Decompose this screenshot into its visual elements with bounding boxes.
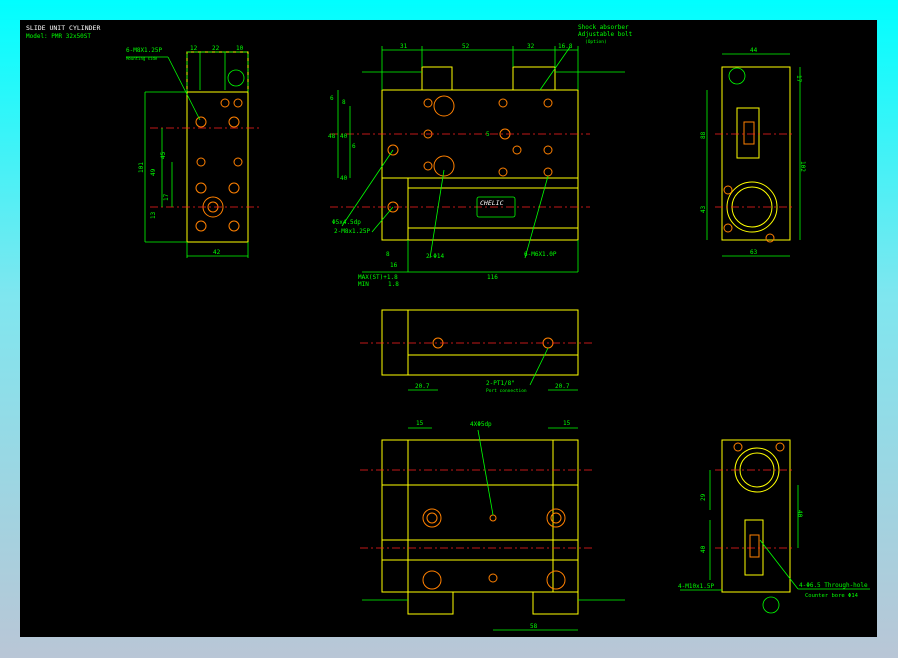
dim: 48 — [328, 133, 336, 140]
dim: 6 — [330, 95, 334, 102]
dim: 10 — [236, 45, 244, 52]
dim: 88 — [700, 131, 707, 139]
dim: 102 — [799, 161, 806, 172]
dim: 43 — [700, 205, 707, 213]
dim: 16.8 — [558, 43, 573, 50]
top-view — [360, 309, 595, 391]
dim: 45 — [160, 151, 167, 159]
port-callout-sub: Port connection — [486, 388, 527, 394]
counterbore-callout: Counter bore Φ14 — [805, 593, 859, 599]
legend-adjustable-bolt: Adjustable bolt — [578, 31, 633, 38]
dim: 15 — [563, 420, 571, 427]
dim: 101 — [138, 162, 145, 173]
dim: 49 — [150, 168, 157, 176]
dim: 5 — [486, 131, 490, 138]
dim: 32 — [527, 43, 535, 50]
left-side-view — [126, 51, 260, 258]
model-label: Model: PMR 32x50ST — [26, 33, 91, 40]
dim: 6 — [352, 143, 356, 150]
dim: 12 — [190, 45, 198, 52]
drawing: SLIDE UNIT CYLINDER Model: PMR 32x50ST 6… — [26, 24, 870, 631]
left-callout: 6-M8X1.25P — [126, 47, 163, 54]
right-side-view — [706, 53, 801, 257]
thread-callout: 4-M10x1.5P — [678, 583, 715, 590]
bottom-view — [360, 427, 625, 631]
callout-bore: 2-Φ14 — [426, 253, 444, 260]
callout-hole: Φ5x4.5dp — [332, 219, 361, 226]
dim: 8 — [342, 99, 346, 106]
dim: 40 — [340, 175, 348, 182]
front-view — [330, 46, 625, 273]
dim: 20.7 — [415, 383, 430, 390]
dim: 58 — [530, 623, 538, 630]
dim: 13 — [150, 211, 157, 219]
dim: 8 — [386, 251, 390, 258]
dim: 44 — [750, 47, 758, 54]
left-callout-sub: Mounting side — [126, 56, 158, 61]
dim: 116 — [487, 274, 498, 281]
dim: 31 — [400, 43, 408, 50]
hole-callout: 4XΦ5dp — [470, 421, 492, 428]
port-callout: 2-PT1/8" — [486, 380, 515, 387]
dim: 22 — [212, 45, 220, 52]
dim: 40 — [796, 510, 803, 518]
dim: 40 — [340, 133, 348, 140]
through-hole-callout: 4-Φ6.5 Through-hole — [799, 582, 868, 589]
min-value: 1.8 — [388, 281, 399, 288]
dim: 40 — [700, 545, 707, 553]
dim: 29 — [700, 493, 707, 501]
callout-thread: 6-M6X1.0P — [524, 251, 557, 258]
dim: 16 — [390, 262, 398, 269]
dim: 42 — [213, 249, 221, 256]
dim: 52 — [462, 43, 470, 50]
min-label: MIN — [358, 281, 369, 288]
dim: 20.7 — [555, 383, 570, 390]
drawing-title: SLIDE UNIT CYLINDER — [26, 24, 100, 32]
dim: 63 — [750, 249, 758, 256]
legend-option: (Option) — [585, 39, 607, 45]
dim: 15 — [416, 420, 424, 427]
chelic-logo: CHELIC — [480, 199, 504, 207]
callout-thread: 2-M8x1.25P — [334, 228, 371, 235]
stroke-label: MAX(ST)+1.8 — [358, 274, 398, 281]
cad-drawing-canvas[interactable]: SLIDE UNIT CYLINDER Model: PMR 32x50ST 6… — [20, 20, 877, 637]
legend-shock-absorber: Shock absorber — [578, 24, 629, 31]
dim: 17 — [795, 75, 802, 83]
dim: 17 — [163, 193, 170, 201]
